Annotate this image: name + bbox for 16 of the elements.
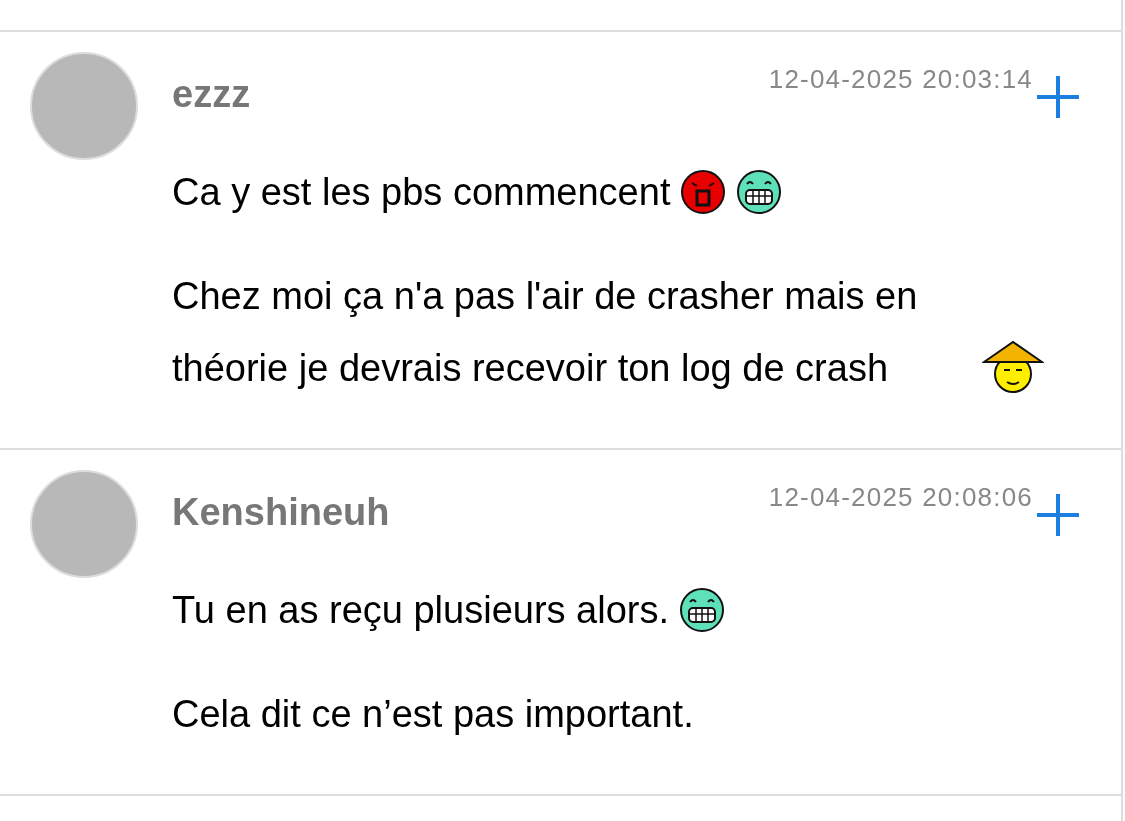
post-text: Tu en as reçu plusieurs alors. bbox=[172, 588, 670, 633]
plus-button[interactable] bbox=[1035, 492, 1081, 538]
angry-face-icon bbox=[680, 169, 727, 215]
post-date: 12-04-2025 20:08:06 bbox=[768, 482, 1033, 513]
plus-icon bbox=[1035, 74, 1081, 120]
plus-icon bbox=[1035, 492, 1081, 538]
author-name: ezzz bbox=[172, 72, 252, 116]
author-name: Kenshineuh bbox=[172, 490, 391, 534]
plus-button[interactable] bbox=[1035, 74, 1081, 120]
post-date: 12-04-2025 20:03:14 bbox=[768, 64, 1033, 95]
post-text: Ca y est les pbs commencent bbox=[172, 170, 671, 215]
hat-face-icon bbox=[982, 340, 1044, 396]
grin-face-icon bbox=[679, 587, 726, 633]
post-text: Chez moi ça n'a pas l'air de crasher mais en théorie je devrais recevoir ton log de crash bbox=[172, 274, 919, 391]
post-text: Cela dit ce n’est pas important. bbox=[172, 692, 694, 737]
grin-face-icon bbox=[736, 169, 783, 215]
